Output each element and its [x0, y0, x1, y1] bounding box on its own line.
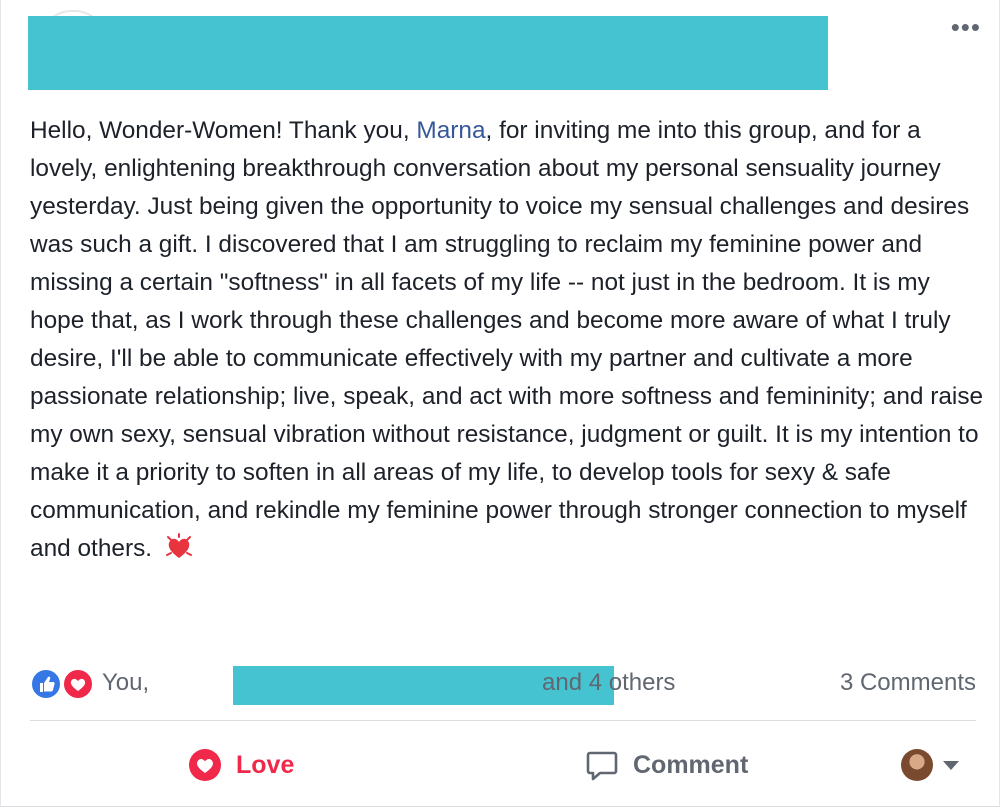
others-link[interactable]: and 4 others	[542, 668, 675, 698]
love-filled-icon	[188, 748, 222, 782]
post-text-intro: Hello, Wonder-Women! Thank you,	[30, 117, 417, 144]
action-bar: Love Comment	[1, 735, 1000, 795]
chevron-down-icon	[943, 761, 959, 770]
viewer-avatar	[901, 749, 933, 781]
more-options-button[interactable]: •••	[951, 14, 981, 40]
beating-heart-icon	[165, 533, 193, 561]
post-text-main: , for inviting me into this group, and f…	[30, 117, 984, 562]
post-as-selector[interactable]	[901, 749, 961, 783]
comment-bubble-icon	[585, 748, 619, 782]
comments-count-link[interactable]: 3 Comments	[840, 668, 976, 698]
reactions-summary: You, and 4 others 3 Comments	[30, 664, 976, 705]
love-icon	[62, 668, 94, 700]
mention-link[interactable]: Marna	[416, 117, 485, 144]
comment-button-label: Comment	[633, 750, 749, 779]
you-label: You,	[102, 669, 150, 696]
reaction-icons[interactable]	[30, 668, 100, 700]
post-card: ••• Hello, Wonder-Women! Thank you, Marn…	[0, 0, 1000, 807]
love-button-label: Love	[236, 750, 295, 779]
love-button[interactable]: Love	[188, 745, 294, 785]
reactors-text: You, and 4 others	[102, 666, 675, 705]
redacted-author-header	[28, 16, 828, 90]
post-body: Hello, Wonder-Women! Thank you, Marna, f…	[30, 112, 985, 568]
comment-button[interactable]: Comment	[585, 745, 748, 785]
like-icon	[30, 668, 62, 700]
divider	[30, 720, 976, 721]
